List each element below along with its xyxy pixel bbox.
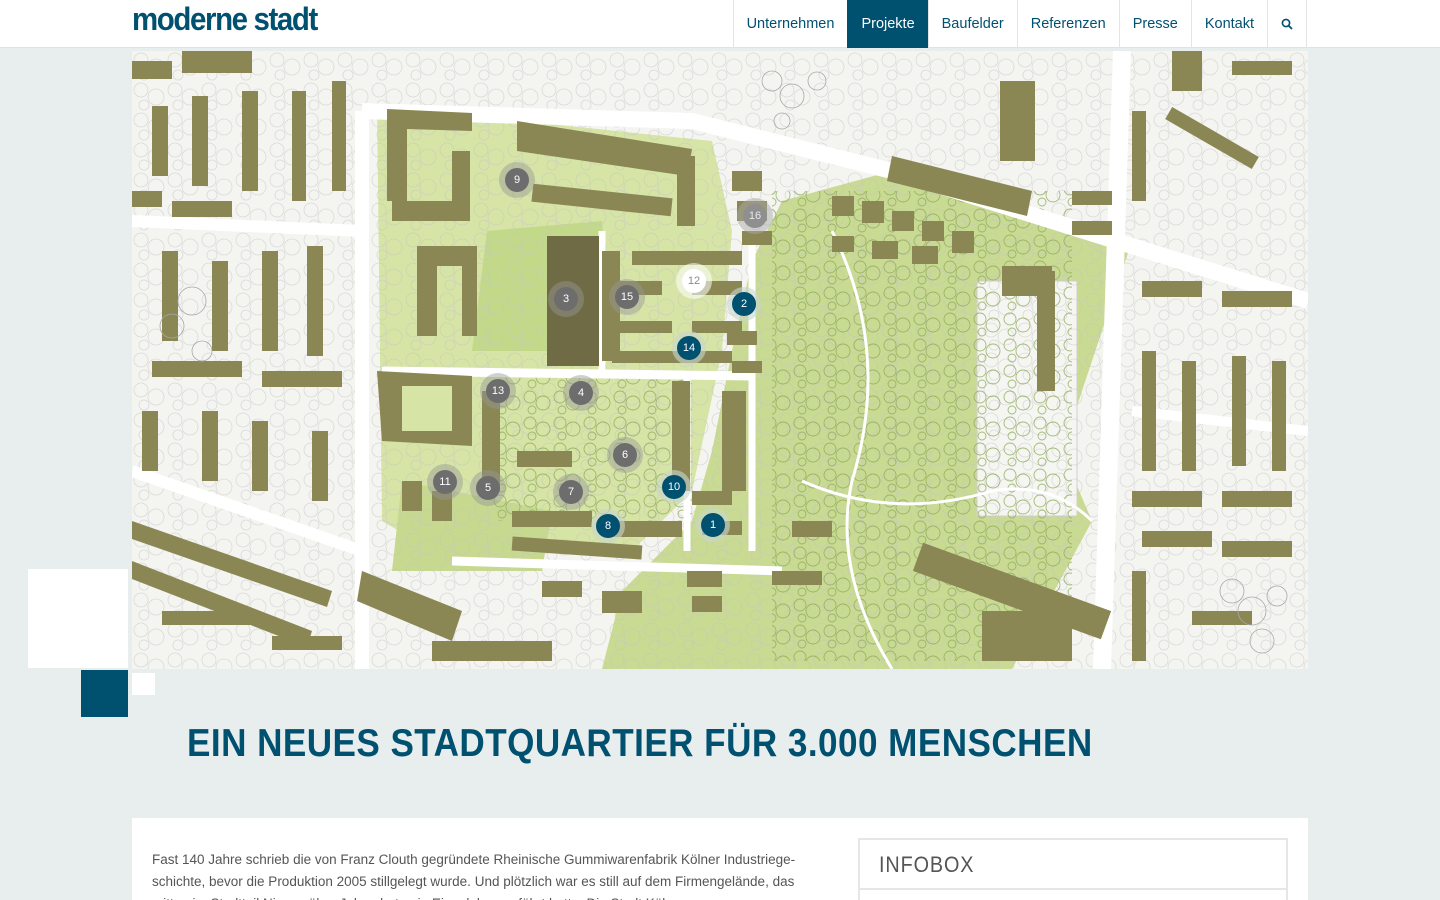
infobox: INFOBOX <box>858 838 1288 900</box>
project-marker-8[interactable]: 8 <box>596 514 620 538</box>
project-marker-2[interactable]: 2 <box>732 292 756 316</box>
intro-text: Fast 140 Jahre schrieb die von Franz Clo… <box>152 852 796 900</box>
project-marker-14[interactable]: 14 <box>677 336 701 360</box>
site-logo[interactable]: moderne stadt <box>132 1 318 38</box>
project-marker-16[interactable]: 16 <box>743 204 767 228</box>
nav-item-unternehmen[interactable]: Unternehmen <box>732 0 848 48</box>
content-section: Fast 140 Jahre schrieb die von Franz Clo… <box>132 818 1308 900</box>
decorative-square-blue <box>81 670 128 717</box>
project-marker-6[interactable]: 6 <box>613 443 637 467</box>
project-marker-5[interactable]: 5 <box>476 476 500 500</box>
project-marker-11[interactable]: 11 <box>433 470 457 494</box>
project-marker-15[interactable]: 15 <box>615 285 639 309</box>
decorative-square-small <box>132 673 155 695</box>
page-headline: EIN NEUES STADTQUARTIER FÜR 3.000 MENSCH… <box>187 722 1093 765</box>
project-marker-3[interactable]: 3 <box>554 287 578 311</box>
project-marker-4[interactable]: 4 <box>569 381 593 405</box>
search-icon <box>1281 18 1293 30</box>
project-marker-12[interactable]: 12 <box>682 269 706 293</box>
project-marker-1[interactable]: 1 <box>701 513 725 537</box>
nav-item-presse[interactable]: Presse <box>1118 0 1191 48</box>
nav-item-kontakt[interactable]: Kontakt <box>1190 0 1267 48</box>
main-navigation: Unternehmen Projekte Baufelder Referenze… <box>732 0 1307 48</box>
decorative-square-white <box>28 569 128 668</box>
site-plan-map[interactable] <box>132 51 1308 669</box>
search-button[interactable] <box>1267 0 1307 48</box>
project-marker-10[interactable]: 10 <box>662 475 686 499</box>
project-marker-13[interactable]: 13 <box>486 379 510 403</box>
infobox-divider <box>860 888 1286 890</box>
infobox-title: INFOBOX <box>879 852 975 877</box>
site-plan-drawing <box>132 51 1308 669</box>
project-marker-9[interactable]: 9 <box>505 168 529 192</box>
site-header: moderne stadt Unternehmen Projekte Baufe… <box>0 0 1440 48</box>
nav-item-projekte[interactable]: Projekte <box>847 0 928 48</box>
project-marker-7[interactable]: 7 <box>559 480 583 504</box>
nav-item-referenzen[interactable]: Referenzen <box>1016 0 1119 48</box>
nav-item-baufelder[interactable]: Baufelder <box>927 0 1017 48</box>
